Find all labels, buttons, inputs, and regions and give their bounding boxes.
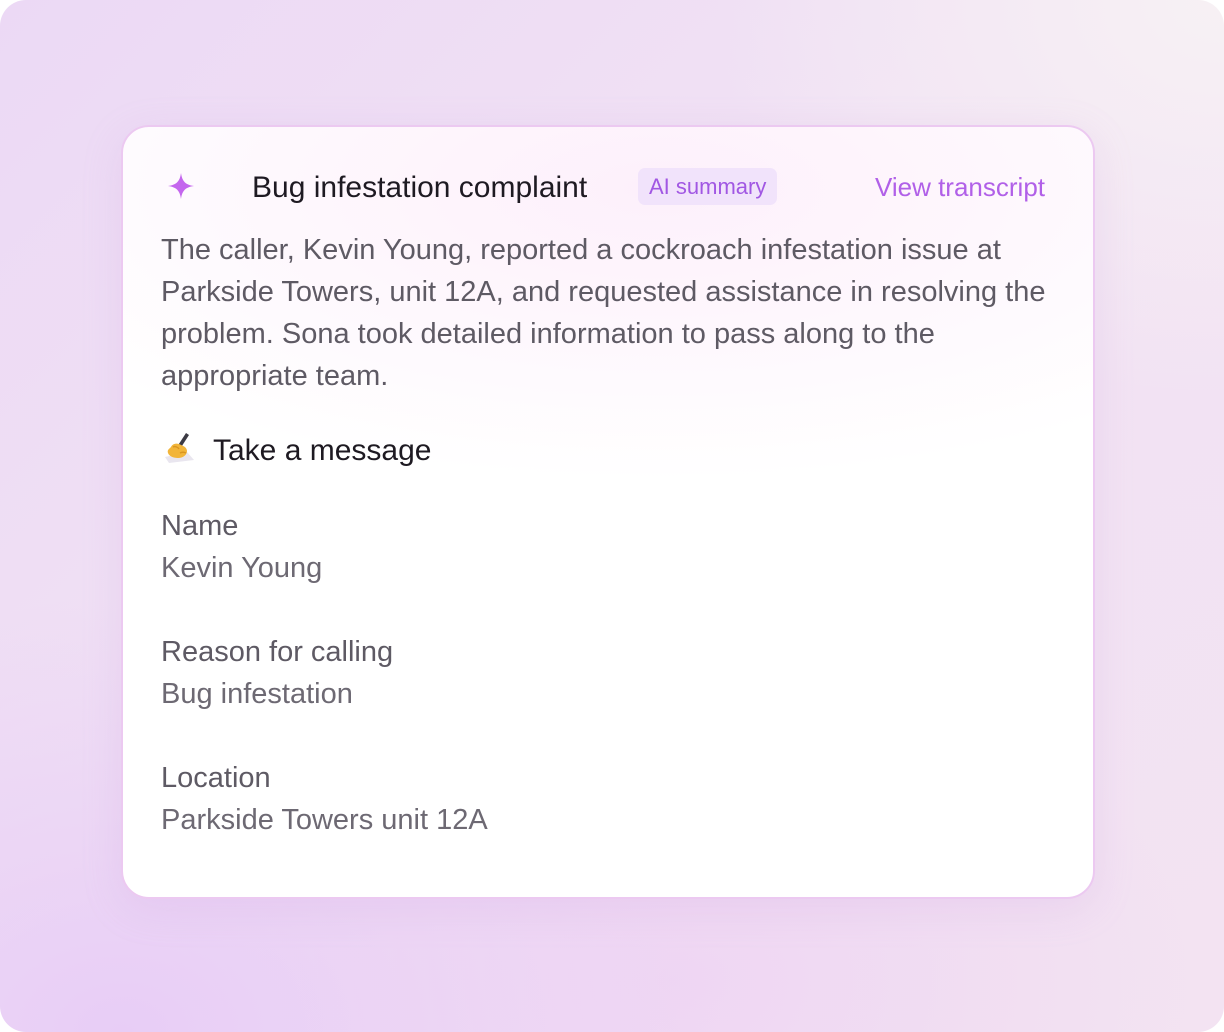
card-header: Bug infestation complaint AI summary Vie… bbox=[163, 165, 1045, 209]
field-reason: Reason for calling Bug infestation bbox=[161, 631, 393, 715]
background: Bug infestation complaint AI summary Vie… bbox=[0, 0, 1224, 1032]
writing-hand-icon bbox=[165, 433, 194, 463]
field-label: Reason for calling bbox=[161, 636, 394, 668]
section-title: Take a message bbox=[213, 434, 432, 467]
field-value: Parkside Towers unit 12A bbox=[161, 804, 488, 836]
card-title: Bug infestation complaint bbox=[252, 171, 588, 204]
view-transcript-link[interactable]: View transcript bbox=[875, 171, 1045, 203]
field-name: Name Kevin Young bbox=[161, 505, 322, 589]
field-label: Name bbox=[161, 510, 239, 542]
field-label: Location bbox=[161, 762, 271, 794]
field-location: Location Parkside Towers unit 12A bbox=[161, 757, 488, 841]
summary-text: The caller, Kevin Young, reported a cock… bbox=[161, 234, 1046, 392]
call-summary-card: Bug infestation complaint AI summary Vie… bbox=[121, 125, 1095, 899]
sparkle-icon bbox=[168, 173, 194, 199]
ai-summary-badge: AI summary bbox=[638, 168, 778, 205]
field-value: Kevin Young bbox=[161, 552, 323, 584]
field-value: Bug infestation bbox=[161, 678, 353, 710]
